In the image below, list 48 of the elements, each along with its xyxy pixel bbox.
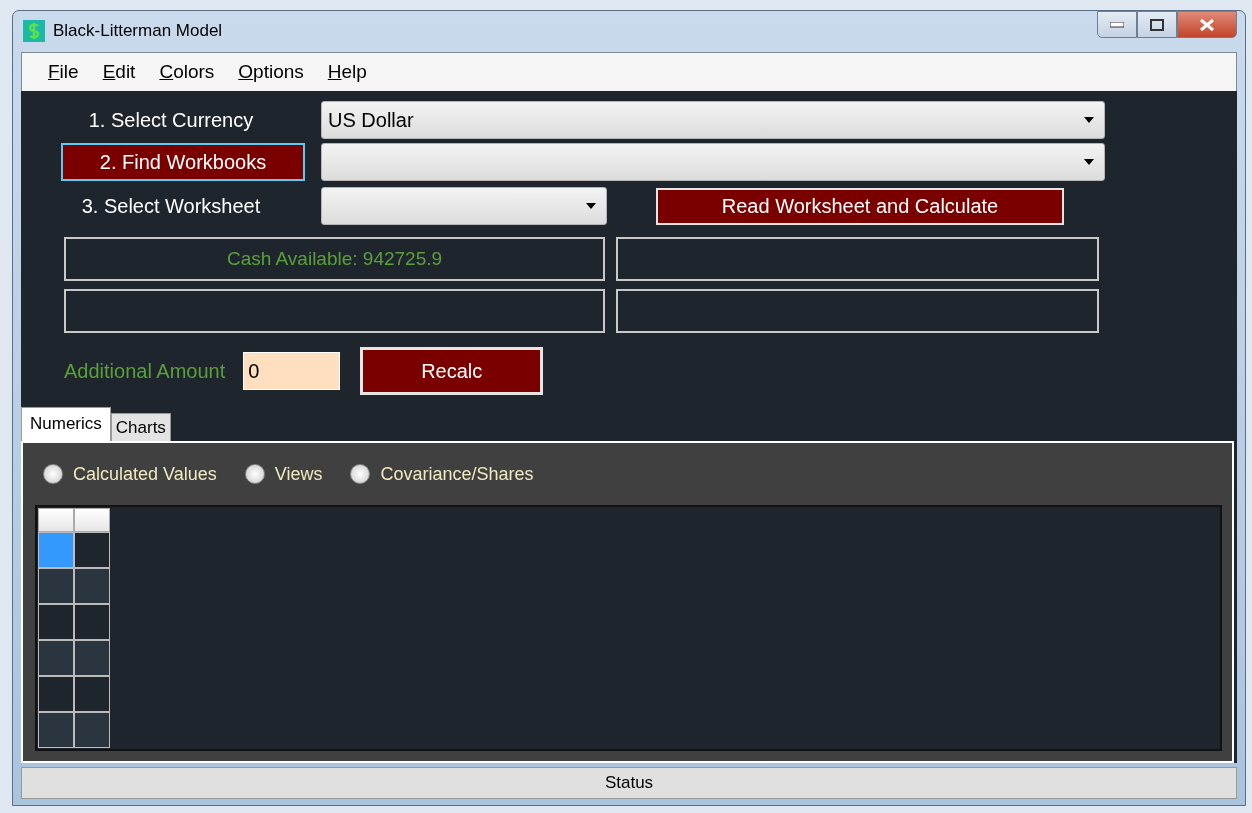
- grid-cell[interactable]: [38, 532, 74, 569]
- grid-cell[interactable]: [74, 568, 110, 605]
- radio-label[interactable]: Covariance/Shares: [380, 463, 534, 485]
- menu-item[interactable]: Colors: [147, 61, 227, 84]
- radio-button[interactable]: [43, 464, 63, 485]
- tab[interactable]: Numerics: [21, 407, 111, 442]
- minimize-icon: [1110, 21, 1124, 28]
- grid-cell[interactable]: [38, 640, 74, 677]
- dollar-icon: [23, 20, 45, 43]
- caret-icon: [1084, 159, 1094, 166]
- grid-cell[interactable]: [74, 604, 110, 641]
- maximize-icon: [1150, 18, 1164, 31]
- menu-item[interactable]: Edit: [90, 61, 148, 84]
- find-workbooks-button[interactable]: 2. Find Workbooks: [61, 143, 305, 182]
- info-box: Cash Available: 942725.9: [64, 237, 605, 282]
- menu-item[interactable]: Options: [226, 61, 316, 84]
- grid-cell[interactable]: [38, 712, 74, 749]
- grid-cell[interactable]: [74, 712, 110, 749]
- close-button[interactable]: [1177, 11, 1237, 38]
- recalc-button[interactable]: Recalc: [360, 347, 544, 396]
- radio-label[interactable]: Calculated Values: [73, 463, 217, 485]
- maximize-button[interactable]: [1137, 11, 1177, 38]
- menu-item[interactable]: File: [36, 61, 91, 84]
- currency-dropdown[interactable]: US Dollar: [321, 101, 1105, 140]
- close-icon: [1199, 17, 1215, 32]
- currency-label: 1. Select Currency: [88, 108, 254, 132]
- radio-button[interactable]: [244, 464, 265, 485]
- workbook-dropdown[interactable]: [321, 143, 1105, 182]
- amount-label: Additional Amount: [64, 359, 226, 383]
- grid-cell[interactable]: [38, 568, 74, 605]
- status-bar: Status: [21, 767, 1237, 799]
- grid-cell[interactable]: [38, 604, 74, 641]
- window-title: Black-Litterman Model: [53, 21, 223, 42]
- grid-cell[interactable]: [74, 640, 110, 677]
- menu-item[interactable]: Help: [315, 61, 379, 84]
- tab[interactable]: Charts: [110, 413, 171, 442]
- caret-icon: [586, 203, 596, 210]
- read-calculate-button[interactable]: Read Worksheet and Calculate: [656, 187, 1064, 225]
- grid-cell[interactable]: [38, 676, 74, 713]
- caret-icon: [1084, 117, 1094, 124]
- worksheet-label: 3. Select Worksheet: [81, 194, 261, 218]
- radio-button[interactable]: [350, 464, 371, 485]
- radio-label[interactable]: Views: [274, 463, 323, 485]
- worksheet-dropdown[interactable]: [321, 187, 607, 226]
- grid-cell[interactable]: [74, 676, 110, 713]
- minimize-button[interactable]: [1097, 11, 1137, 38]
- grid-cell[interactable]: [74, 532, 110, 569]
- amount-field[interactable]: 0: [243, 352, 341, 391]
